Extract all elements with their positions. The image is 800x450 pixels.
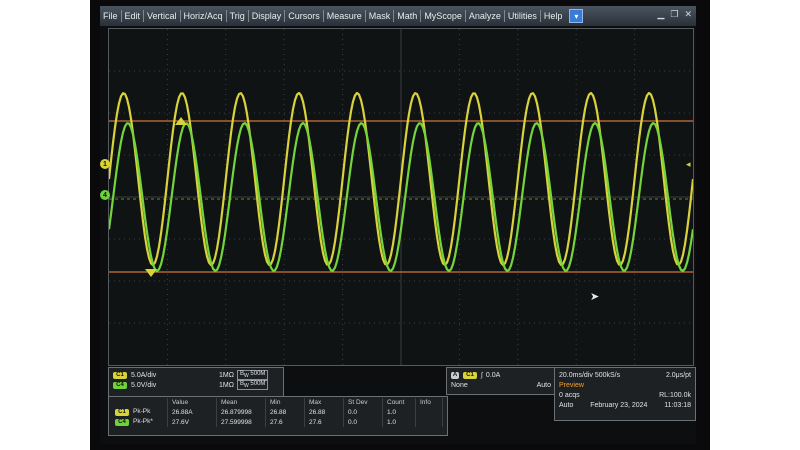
ch4-badge: C4	[113, 381, 127, 389]
cursor-handle-lower-icon	[145, 269, 157, 277]
date-display: February 23, 2024	[590, 401, 648, 409]
ch1-impedance: 1MΩ	[219, 371, 234, 379]
ch1-scale: 5.0A/div	[131, 371, 157, 379]
waveform-display[interactable]	[108, 28, 694, 366]
record-length: RL:100.0k	[659, 391, 691, 399]
trigger-level: 0.0A	[485, 371, 501, 379]
menu-utilities[interactable]: Utilities	[505, 11, 540, 21]
window-controls: ▁ ❐ ✕	[657, 9, 692, 20]
trigger-source-badge: C1	[463, 371, 477, 379]
row-ch1-badge: C1	[115, 409, 129, 416]
channel-settings-panel: C1 5.0A/div 1MΩ BW 500M C4 5.0V/div 1MΩ …	[108, 367, 284, 399]
ch4-bandwidth: BW 500M	[236, 379, 269, 391]
menu-help[interactable]: Help	[541, 11, 566, 21]
menu-math[interactable]: Math	[394, 11, 420, 21]
header-stdev: St Dev	[343, 398, 383, 407]
acquisition-count: 0 acqs	[559, 391, 580, 399]
mouse-cursor-icon: ➤	[590, 291, 600, 303]
scope-screen: File Edit Vertical Horiz/Acq Trig Displa…	[100, 6, 696, 444]
trigger-panel[interactable]: A C1 ∫ 0.0A None Auto	[446, 367, 556, 395]
ch4-scale: 5.0V/div	[131, 381, 157, 389]
restore-icon[interactable]: ❐	[670, 9, 678, 20]
minimize-icon[interactable]: ▁	[657, 9, 664, 20]
table-row[interactable]: C4 Pk-Pk* 27.6V 27.599998 27.6 27.6 0.0 1…	[111, 417, 443, 427]
header-count: Count	[382, 398, 416, 407]
ch1-settings-row[interactable]: C1 5.0A/div 1MΩ BW 500M	[113, 369, 279, 381]
header-value: Value	[167, 398, 217, 407]
ch1-ground-marker[interactable]: 1	[100, 159, 110, 169]
acquisition-mode: Auto	[559, 401, 574, 409]
header-info: Info	[415, 398, 443, 407]
menu-analyze[interactable]: Analyze	[466, 11, 504, 21]
ch1-bandwidth: BW 500M	[236, 369, 269, 381]
measurement-table-panel[interactable]: Value Mean Min Max St Dev Count Info C1 P…	[108, 396, 448, 436]
menu-myscope[interactable]: MyScope	[421, 11, 465, 21]
menu-cursors[interactable]: Cursors	[285, 11, 323, 21]
measurement-table: Value Mean Min Max St Dev Count Info C1 P…	[111, 398, 443, 427]
trigger-type-icon: A	[451, 371, 459, 379]
menu-vertical[interactable]: Vertical	[144, 11, 180, 21]
menu-display[interactable]: Display	[249, 11, 285, 21]
horizontal-scale: 20.0ms/div 500kS/s	[559, 371, 621, 379]
trigger-mode-left: None	[451, 381, 468, 389]
trigger-level-arrow-icon: ◂	[686, 159, 691, 169]
ch4-impedance: 1MΩ	[219, 381, 234, 389]
time-display: 11:03:18	[664, 401, 691, 409]
waveform-svg	[109, 29, 693, 365]
menu-horiz-acq[interactable]: Horiz/Acq	[181, 11, 226, 21]
chevron-down-icon[interactable]: ▾	[569, 9, 584, 23]
trigger-edge-icon: ∫	[481, 371, 483, 379]
row-ch4-badge: C4	[115, 419, 129, 426]
menu-mask[interactable]: Mask	[366, 11, 394, 21]
ch4-settings-row[interactable]: C4 5.0V/div 1MΩ BW 500M	[113, 379, 279, 391]
trigger-mode-right: Auto	[536, 381, 551, 389]
table-row[interactable]: C1 Pk-Pk 26.88A 26.879998 26.88 26.88 0.0…	[111, 407, 443, 417]
header-mean: Mean	[216, 398, 266, 407]
menu-edit[interactable]: Edit	[122, 11, 144, 21]
header-min: Min	[265, 398, 305, 407]
ch1-badge: C1	[113, 371, 127, 379]
menu-bar: File Edit Vertical Horiz/Acq Trig Displa…	[100, 6, 696, 26]
measurement-header-row: Value Mean Min Max St Dev Count Info	[111, 398, 443, 407]
menu-measure[interactable]: Measure	[324, 11, 365, 21]
acquisition-state: Preview	[559, 381, 584, 389]
menu-trig[interactable]: Trig	[227, 11, 248, 21]
menu-file[interactable]: File	[100, 11, 121, 21]
header-max: Max	[304, 398, 344, 407]
ch4-ground-marker[interactable]: 4	[100, 190, 110, 200]
close-icon[interactable]: ✕	[684, 9, 692, 20]
timebase-panel[interactable]: 20.0ms/div 500kS/s 2.0μs/pt Preview 0 ac…	[554, 367, 696, 421]
time-resolution: 2.0μs/pt	[665, 371, 691, 379]
